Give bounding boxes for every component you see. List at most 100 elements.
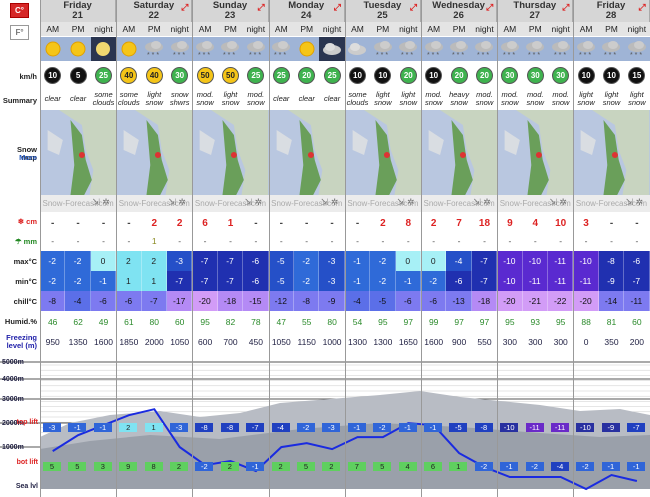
expand-arrow-icon[interactable]: ⤢	[257, 2, 264, 12]
cloud-icon	[319, 37, 345, 61]
humid-value: 95	[200, 316, 210, 327]
summary-cell: snow shwrs	[169, 90, 190, 107]
bot-lift-label: bot lift	[16, 459, 38, 466]
expand-arrow-icon[interactable]: ⤢	[562, 2, 569, 12]
wind-speed-badge: 10	[44, 66, 62, 84]
period-label: AM	[116, 22, 142, 36]
chill-value: -4	[65, 291, 91, 311]
min-value: -1	[90, 271, 117, 291]
snow-map-image[interactable]	[116, 110, 193, 195]
humid-value: 54	[352, 316, 363, 327]
max-value: -4	[446, 251, 472, 271]
rain-value: -	[330, 235, 334, 246]
snow-value: 6	[202, 217, 208, 229]
bottom-lift-temp: 4	[398, 462, 417, 471]
bottom-lift-temp: 1	[449, 462, 468, 471]
wind-cell: 10	[345, 63, 370, 87]
chill-value: -6	[395, 291, 421, 311]
humid-value: 97	[454, 316, 464, 327]
snowmap-more-link[interactable]: More	[0, 154, 40, 162]
top-lift-temp: -3	[43, 423, 61, 432]
snow-map-image[interactable]	[268, 110, 345, 195]
snow-value: 2	[430, 217, 437, 229]
cloudsnow-icon: * * *	[141, 37, 167, 61]
map-control-icon[interactable]: ⇲ ✲	[168, 197, 186, 208]
chill-value: -9	[319, 291, 345, 311]
snow-map-image[interactable]	[573, 110, 650, 195]
bottom-lift-temp: -1	[627, 462, 646, 471]
rain-value: -	[356, 235, 359, 246]
rain-value: -	[584, 235, 588, 246]
celsius-button[interactable]: C°	[10, 3, 29, 18]
freeze-value: 300	[502, 336, 517, 347]
expand-arrow-icon[interactable]: ⤢	[181, 2, 188, 12]
max-value: 0	[421, 251, 447, 271]
snow-map-image[interactable]	[192, 110, 269, 195]
min-value: -7	[624, 271, 650, 291]
day-header: Friday 28 ⤢	[573, 0, 650, 22]
max-value: -11	[548, 251, 574, 271]
snow-value: 2	[176, 217, 183, 229]
rain-value: -	[203, 235, 207, 246]
snow-forecast-table: C° F° km/h Summary Snow map More ❄ cm ☂ …	[0, 0, 650, 497]
svg-text:* * *: * * *	[223, 52, 235, 59]
snow-value: -	[609, 217, 614, 229]
map-control-icon[interactable]: ⇲ ✲	[626, 197, 644, 208]
rain-value: -	[533, 235, 537, 246]
cloudsnow-icon: * * *	[167, 37, 193, 61]
humid-value: 78	[251, 316, 261, 327]
max-value: 2	[141, 251, 167, 271]
map-control-icon[interactable]: ⇲ ✲	[473, 197, 491, 208]
sun-icon	[65, 37, 91, 61]
bottom-lift-temp: -2	[195, 462, 214, 471]
freeze-value: 1150	[297, 336, 316, 347]
cloudsnow-icon: * * *	[624, 37, 650, 61]
snow-map-image[interactable]	[497, 110, 574, 195]
map-control-icon[interactable]: ⇲ ✲	[245, 197, 263, 208]
wind-cell: 30	[523, 63, 548, 87]
wind-speed-badge: 25	[247, 66, 265, 84]
top-lift-temp: -1	[68, 423, 87, 432]
map-control-icon[interactable]: ⇲ ✲	[397, 197, 415, 208]
snow-map-image[interactable]	[421, 110, 498, 195]
expand-arrow-icon[interactable]: ⤢	[334, 2, 341, 12]
expand-arrow-icon[interactable]: ⤢	[638, 2, 645, 12]
map-control-icon[interactable]: ⇲ ✲	[92, 197, 110, 208]
chill-value: -15	[243, 291, 269, 311]
fahrenheit-button[interactable]: F°	[10, 25, 29, 40]
snow-map-image[interactable]	[344, 110, 421, 195]
wind-cell: 25	[91, 63, 116, 87]
summary-cell: light snow	[628, 90, 646, 107]
min-value: -9	[598, 271, 625, 291]
period-label: PM	[522, 22, 548, 36]
chill-value: -18	[471, 291, 498, 311]
cloudsnow-icon: * * *	[471, 37, 498, 61]
bottom-lift-temp: 2	[170, 462, 188, 471]
humid-value: 80	[149, 316, 160, 327]
day-date: 26	[453, 10, 464, 21]
cloud-icon	[344, 37, 371, 61]
altitude-label: 4000m	[2, 376, 24, 383]
chill-value: -4	[344, 291, 371, 311]
wind-cell: 10	[599, 63, 624, 87]
map-control-icon[interactable]: ⇲ ✲	[549, 197, 567, 208]
expand-arrow-icon[interactable]: ⤢	[410, 2, 417, 12]
period-label: PM	[65, 22, 91, 36]
day-date: 25	[377, 10, 388, 21]
top-lift-temp: -8	[195, 423, 214, 432]
cloudsnow-icon: * * *	[192, 37, 218, 61]
day-separator	[573, 0, 575, 497]
svg-text:* * *: * * *	[249, 52, 261, 59]
period-label: PM	[294, 22, 320, 36]
summary-cell: light snow	[577, 90, 595, 107]
wind-speed-badge: 30	[526, 66, 544, 84]
snow-map-image[interactable]	[40, 110, 117, 195]
chill-value: -20	[573, 291, 599, 311]
snow-value: 4	[532, 217, 539, 229]
snow-value: 10	[555, 217, 567, 229]
bottom-lift-temp: -2	[525, 462, 544, 471]
map-control-icon[interactable]: ⇲ ✲	[321, 197, 339, 208]
top-lift-temp: -2	[297, 423, 315, 432]
expand-arrow-icon[interactable]: ⤢	[486, 2, 493, 12]
summary-cell: clear	[273, 94, 290, 103]
